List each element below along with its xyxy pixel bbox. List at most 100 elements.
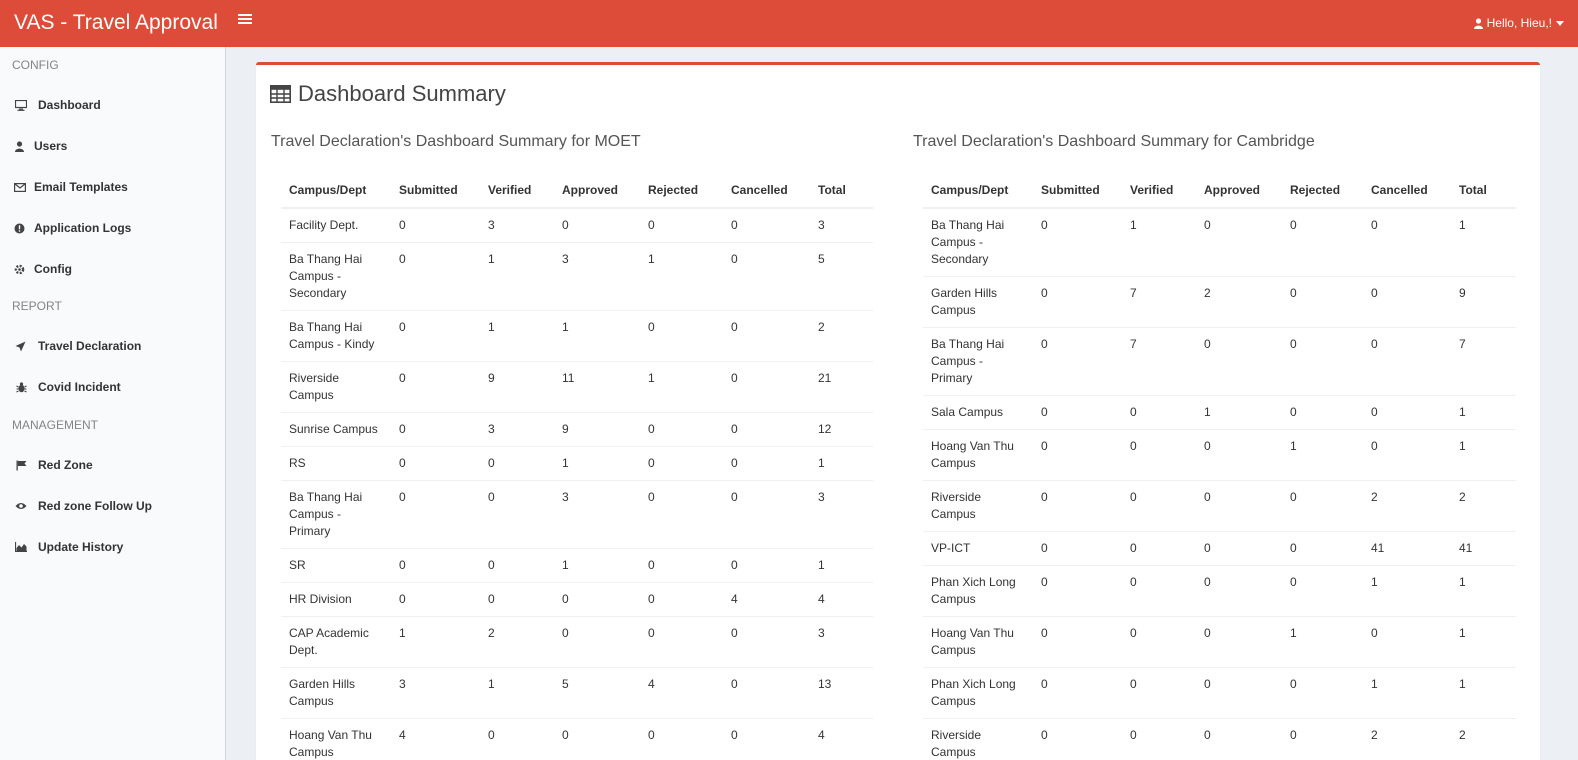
- column-header[interactable]: Campus/Dept: [923, 173, 1033, 209]
- cambridge-summary-table: Campus/Dept Submitted Verified Approved …: [923, 173, 1516, 760]
- sidebar-item-config[interactable]: Config: [0, 254, 225, 284]
- plane-icon: [14, 340, 26, 352]
- app-title[interactable]: VAS - Travel Approval: [14, 10, 218, 36]
- count-cell: 0: [640, 412, 723, 447]
- count-cell: 41: [1451, 531, 1516, 566]
- sidebar-item-update-history[interactable]: Update History: [0, 532, 225, 562]
- count-cell: 0: [391, 310, 480, 362]
- count-cell: 5: [810, 242, 873, 311]
- count-cell: 0: [1196, 207, 1282, 277]
- count-cell: 41: [1363, 531, 1451, 566]
- count-cell: 1: [640, 242, 723, 311]
- count-cell: 2: [1363, 480, 1451, 532]
- count-cell: 3: [391, 667, 480, 719]
- column-header[interactable]: Verified: [480, 173, 554, 209]
- sidebar-item-email-templates[interactable]: Email Templates: [0, 172, 225, 202]
- column-header[interactable]: Rejected: [640, 173, 723, 209]
- column-header[interactable]: Total: [1451, 173, 1516, 209]
- count-cell: 0: [480, 446, 554, 481]
- table-row: Hoang Van Thu Campus 0 0 0 1 0 1: [923, 616, 1516, 668]
- column-header[interactable]: Campus/Dept: [281, 173, 391, 209]
- column-header[interactable]: Cancelled: [1363, 173, 1451, 209]
- count-cell: 1: [554, 446, 640, 481]
- campus-dept-cell: Riverside Campus: [923, 480, 1033, 532]
- count-cell: 0: [1196, 616, 1282, 668]
- count-cell: 1: [1363, 667, 1451, 719]
- count-cell: 5: [554, 667, 640, 719]
- campus-dept-cell: HR Division: [281, 582, 391, 617]
- column-header[interactable]: Cancelled: [723, 173, 810, 209]
- count-cell: 1: [1122, 207, 1196, 277]
- user-icon: [1473, 17, 1483, 29]
- sidebar-item-covid-incident[interactable]: Covid Incident: [0, 372, 225, 402]
- count-cell: 0: [1282, 207, 1363, 277]
- count-cell: 3: [480, 207, 554, 243]
- count-cell: 13: [810, 667, 873, 719]
- count-cell: 21: [810, 361, 873, 413]
- sidebar-item-application-logs[interactable]: Application Logs: [0, 213, 225, 243]
- count-cell: 0: [723, 446, 810, 481]
- sidebar-toggle-icon[interactable]: [238, 12, 252, 28]
- campus-dept-cell: Ba Thang Hai Campus - Primary: [281, 480, 391, 549]
- column-header[interactable]: Verified: [1122, 173, 1196, 209]
- column-header[interactable]: Approved: [1196, 173, 1282, 209]
- column-header[interactable]: Total: [810, 173, 873, 209]
- count-cell: 0: [1196, 327, 1282, 396]
- campus-dept-cell: Ba Thang Hai Campus - Secondary: [281, 242, 391, 311]
- count-cell: 0: [1282, 480, 1363, 532]
- sidebar-item-travel-declaration[interactable]: Travel Declaration: [0, 331, 225, 361]
- sidebar-item-users[interactable]: Users: [0, 131, 225, 161]
- table-row: Hoang Van Thu Campus 4 0 0 0 0 4: [281, 718, 873, 760]
- count-cell: 0: [1363, 395, 1451, 430]
- count-cell: 2: [1196, 276, 1282, 328]
- count-cell: 0: [1282, 531, 1363, 566]
- count-cell: 0: [391, 412, 480, 447]
- count-cell: 1: [1451, 395, 1516, 430]
- user-icon: [13, 140, 25, 152]
- count-cell: 0: [723, 718, 810, 760]
- user-menu[interactable]: Hello, Hieu,!: [1473, 15, 1564, 31]
- campus-dept-cell: Ba Thang Hai Campus - Kindy: [281, 310, 391, 362]
- table-row: Garden Hills Campus 0 7 2 0 0 9: [923, 276, 1516, 328]
- table-row: Hoang Van Thu Campus 0 0 0 1 0 1: [923, 429, 1516, 481]
- table-row: Sunrise Campus 0 3 9 0 0 12: [281, 412, 873, 447]
- column-header[interactable]: Submitted: [391, 173, 480, 209]
- table-row: VP-ICT 0 0 0 0 41 41: [923, 531, 1516, 566]
- sidebar-header-management: MANAGEMENT: [12, 418, 99, 432]
- count-cell: 0: [723, 310, 810, 362]
- count-cell: 0: [1122, 531, 1196, 566]
- count-cell: 1: [391, 616, 480, 668]
- sidebar-item-red-zone-follow-up[interactable]: Red zone Follow Up: [0, 491, 225, 521]
- count-cell: 1: [640, 361, 723, 413]
- column-header[interactable]: Rejected: [1282, 173, 1363, 209]
- user-greeting: Hello, Hieu,!: [1486, 16, 1552, 30]
- table-row: Ba Thang Hai Campus - Primary 0 0 3 0 0 3: [281, 480, 873, 549]
- count-cell: 1: [1451, 429, 1516, 481]
- count-cell: 0: [1122, 565, 1196, 617]
- count-cell: 0: [1282, 667, 1363, 719]
- column-header[interactable]: Approved: [554, 173, 640, 209]
- count-cell: 0: [1033, 276, 1122, 328]
- dashboard-summary-box: Dashboard Summary Travel Declaration's D…: [256, 62, 1540, 760]
- sidebar-item-label: Covid Incident: [38, 380, 121, 394]
- gear-icon: [13, 263, 25, 275]
- area-chart-icon: [15, 541, 27, 553]
- count-cell: 0: [723, 616, 810, 668]
- campus-dept-cell: Garden Hills Campus: [923, 276, 1033, 328]
- count-cell: 7: [1122, 276, 1196, 328]
- campus-dept-cell: RS: [281, 446, 391, 481]
- table-row: Phan Xich Long Campus 0 0 0 0 1 1: [923, 565, 1516, 617]
- count-cell: 0: [480, 582, 554, 617]
- table-row: Ba Thang Hai Campus - Primary 0 7 0 0 0 7: [923, 327, 1516, 396]
- count-cell: 1: [480, 667, 554, 719]
- sidebar-item-red-zone[interactable]: Red Zone: [0, 450, 225, 480]
- eye-icon: [15, 500, 27, 512]
- sidebar-item-label: Users: [34, 139, 68, 153]
- count-cell: 0: [1282, 327, 1363, 396]
- count-cell: 0: [1196, 531, 1282, 566]
- campus-dept-cell: Garden Hills Campus: [281, 667, 391, 719]
- column-header[interactable]: Submitted: [1033, 173, 1122, 209]
- count-cell: 0: [640, 582, 723, 617]
- sidebar-item-dashboard[interactable]: Dashboard: [0, 90, 225, 120]
- count-cell: 0: [723, 412, 810, 447]
